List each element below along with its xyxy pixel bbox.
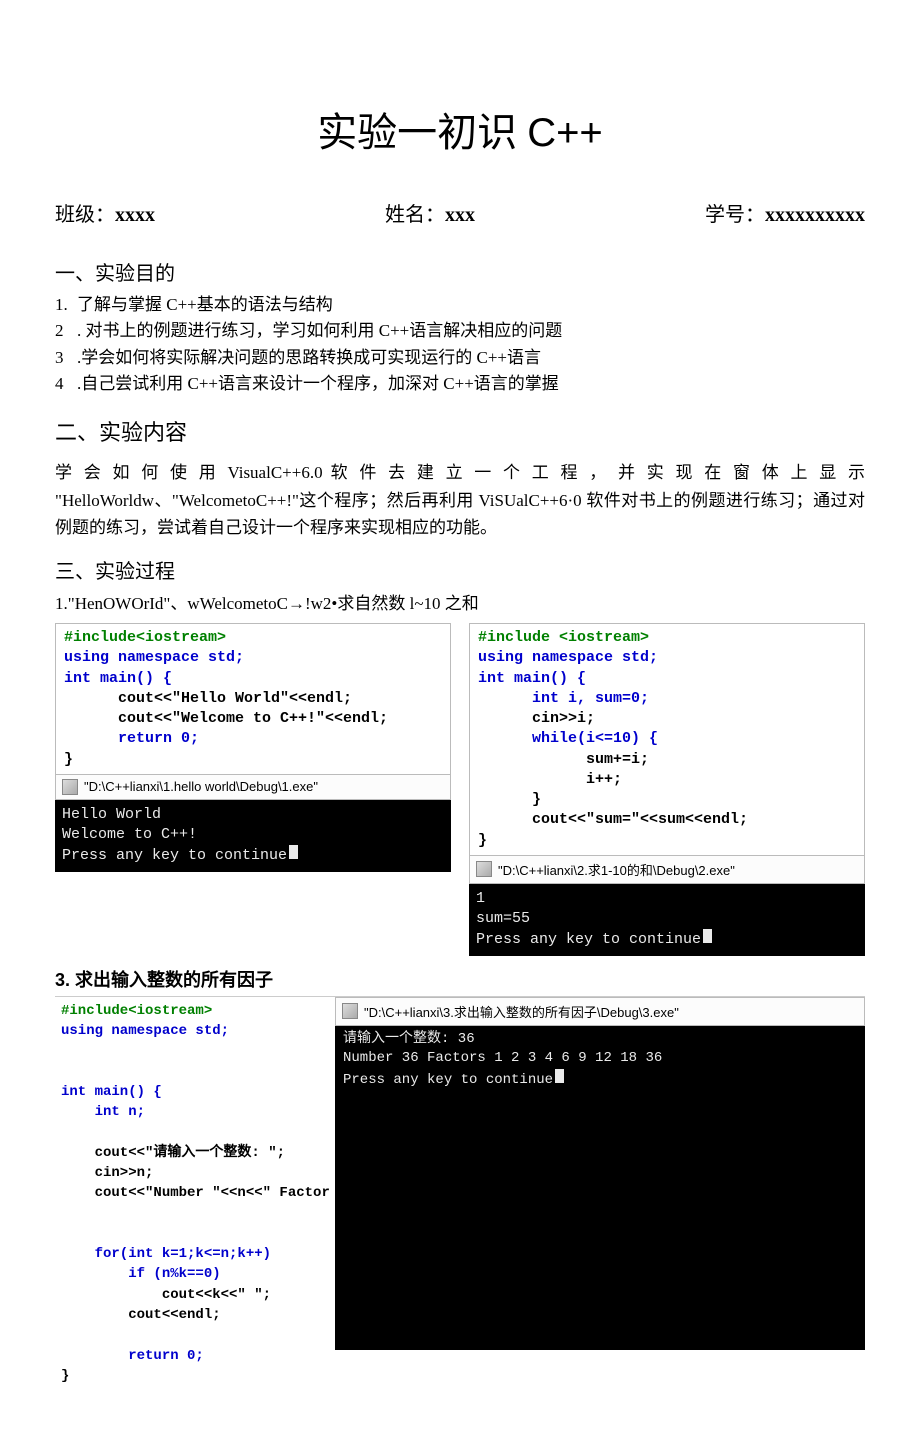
code-line: return 0; bbox=[61, 1348, 204, 1364]
student-info-line: 班级：xxxx 姓名：xxx 学号：xxxxxxxxxx bbox=[55, 198, 865, 227]
code-line: } bbox=[64, 751, 73, 768]
app-icon bbox=[62, 779, 78, 795]
list-item: 2 . 对书上的例题进行练习，学习如何利用 C++语言解决相应的问题 bbox=[55, 318, 865, 344]
id-value: xxxxxxxxxx bbox=[765, 204, 865, 226]
section-3-sub1: 1."HenOWOrId"、wWelcometoC→!w2•求自然数 l~10 … bbox=[55, 590, 865, 617]
console-title-1: "D:\C++lianxi\1.hello world\Debug\1.exe" bbox=[84, 779, 318, 794]
list-item-text: 了解与掌握 C++基本的语法与结构 bbox=[77, 292, 333, 318]
code-line: #include<iostream> bbox=[64, 629, 226, 646]
console-output-1: Hello World Welcome to C++! Press any ke… bbox=[55, 800, 451, 872]
console-title-2: "D:\C++lianxi\2.求1-10的和\Debug\2.exe" bbox=[498, 860, 735, 879]
sub3-heading: 3. 求出输入整数的所有因子 bbox=[55, 966, 865, 992]
code-line: int n; bbox=[61, 1104, 145, 1120]
name-value: xxx bbox=[445, 204, 475, 226]
screenshots-row-1: #include<iostream> using namespace std; … bbox=[55, 623, 865, 956]
code-line: } bbox=[478, 832, 487, 849]
code-line: cin>>i; bbox=[478, 710, 595, 727]
list-item-number: 4 bbox=[55, 371, 77, 397]
code-line: i++; bbox=[478, 771, 622, 788]
screenshots-row-2: #include<iostream> using namespace std; … bbox=[55, 996, 865, 1391]
code-pane-1: #include<iostream> using namespace std; … bbox=[55, 623, 451, 775]
console-title-3: "D:\C++lianxi\3.求出输入整数的所有因子\Debug\3.exe" bbox=[364, 1002, 679, 1021]
name-label: 姓名： bbox=[385, 204, 445, 226]
code-line: cout<<endl; bbox=[61, 1307, 221, 1323]
cursor-icon bbox=[555, 1069, 564, 1083]
code-line: #include <iostream> bbox=[478, 629, 649, 646]
console-output-3: 请输入一个整数: 36 Number 36 Factors 1 2 3 4 6 … bbox=[335, 1026, 865, 1351]
list-item: 3 .学会如何将实际解决问题的思路转换成可实现运行的 C++语言 bbox=[55, 345, 865, 371]
code-line: cout<<"Welcome to C++!"<<endl; bbox=[64, 710, 388, 727]
page-title: 实验一初识 C++ bbox=[55, 100, 865, 158]
list-item: 1.了解与掌握 C++基本的语法与结构 bbox=[55, 292, 865, 318]
code-line: int main() { bbox=[478, 670, 586, 687]
code-line: cout<<"Hello World"<<endl; bbox=[64, 690, 352, 707]
code-line: int main() { bbox=[61, 1084, 162, 1100]
code-line: using namespace std; bbox=[64, 649, 244, 666]
list-item-text: . 对书上的例题进行练习，学习如何利用 C++语言解决相应的问题 bbox=[77, 318, 562, 344]
code-line: sum+=i; bbox=[478, 751, 649, 768]
app-icon bbox=[476, 861, 492, 877]
code-line: cout<<"请输入一个整数: "; bbox=[61, 1145, 285, 1161]
list-item-text: .学会如何将实际解决问题的思路转换成可实现运行的 C++语言 bbox=[77, 345, 541, 371]
code-line: int i, sum=0; bbox=[478, 690, 649, 707]
title-cn: 实验一初识 bbox=[317, 110, 527, 155]
list-item-text: .自己尝试利用 C++语言来设计一个程序，加深对 C++语言的掌握 bbox=[77, 371, 559, 397]
code-line: #include<iostream> bbox=[61, 1003, 212, 1019]
section-2-heading: 二、实验内容 bbox=[55, 415, 865, 447]
section-1-list: 1.了解与掌握 C++基本的语法与结构2 . 对书上的例题进行练习，学习如何利用… bbox=[55, 292, 865, 397]
code-line: for(int k=1;k<=n;k++) bbox=[61, 1246, 271, 1262]
list-item-number: 3 bbox=[55, 345, 77, 371]
class-value: xxxx bbox=[115, 204, 155, 226]
code-line: if (n%k==0) bbox=[61, 1266, 221, 1282]
code-line: int main() { bbox=[64, 670, 172, 687]
code-pane-2: #include <iostream> using namespace std;… bbox=[469, 623, 865, 856]
title-cpp: C++ bbox=[527, 111, 603, 155]
section-2-body: 学 会 如 何 使 用 VisualC++6.0 软 件 去 建 立 一 个 工… bbox=[55, 459, 865, 541]
code-line: cout<<"Number "<<n<<" Factor bbox=[61, 1185, 330, 1201]
cursor-icon bbox=[289, 845, 298, 859]
console-titlebar-3: "D:\C++lianxi\3.求出输入整数的所有因子\Debug\3.exe" bbox=[335, 997, 865, 1026]
id-label: 学号： bbox=[705, 204, 765, 226]
code-line: using namespace std; bbox=[61, 1023, 229, 1039]
class-label: 班级： bbox=[55, 204, 115, 226]
code-line: cout<<k<<" "; bbox=[61, 1287, 271, 1303]
console-titlebar-2: "D:\C++lianxi\2.求1-10的和\Debug\2.exe" bbox=[469, 856, 865, 884]
list-item: 4 .自己尝试利用 C++语言来设计一个程序，加深对 C++语言的掌握 bbox=[55, 371, 865, 397]
list-item-number: 2 bbox=[55, 318, 77, 344]
section-3-heading: 三、实验过程 bbox=[55, 555, 865, 584]
code-line: } bbox=[61, 1368, 69, 1384]
code-line: cout<<"sum="<<sum<<endl; bbox=[478, 811, 748, 828]
code-line: cin>>n; bbox=[61, 1165, 153, 1181]
console-titlebar-1: "D:\C++lianxi\1.hello world\Debug\1.exe" bbox=[55, 775, 451, 800]
app-icon bbox=[342, 1003, 358, 1019]
cursor-icon bbox=[703, 929, 712, 943]
code-line: using namespace std; bbox=[478, 649, 658, 666]
code-line: return 0; bbox=[64, 730, 199, 747]
code-line: } bbox=[478, 791, 541, 808]
code-line: while(i<=10) { bbox=[478, 730, 658, 747]
code-pane-3: #include<iostream> using namespace std; … bbox=[55, 997, 335, 1391]
console-output-2: 1 sum=55 Press any key to continue bbox=[469, 884, 865, 956]
section-1-heading: 一、实验目的 bbox=[55, 257, 865, 286]
list-item-number: 1. bbox=[55, 292, 77, 318]
